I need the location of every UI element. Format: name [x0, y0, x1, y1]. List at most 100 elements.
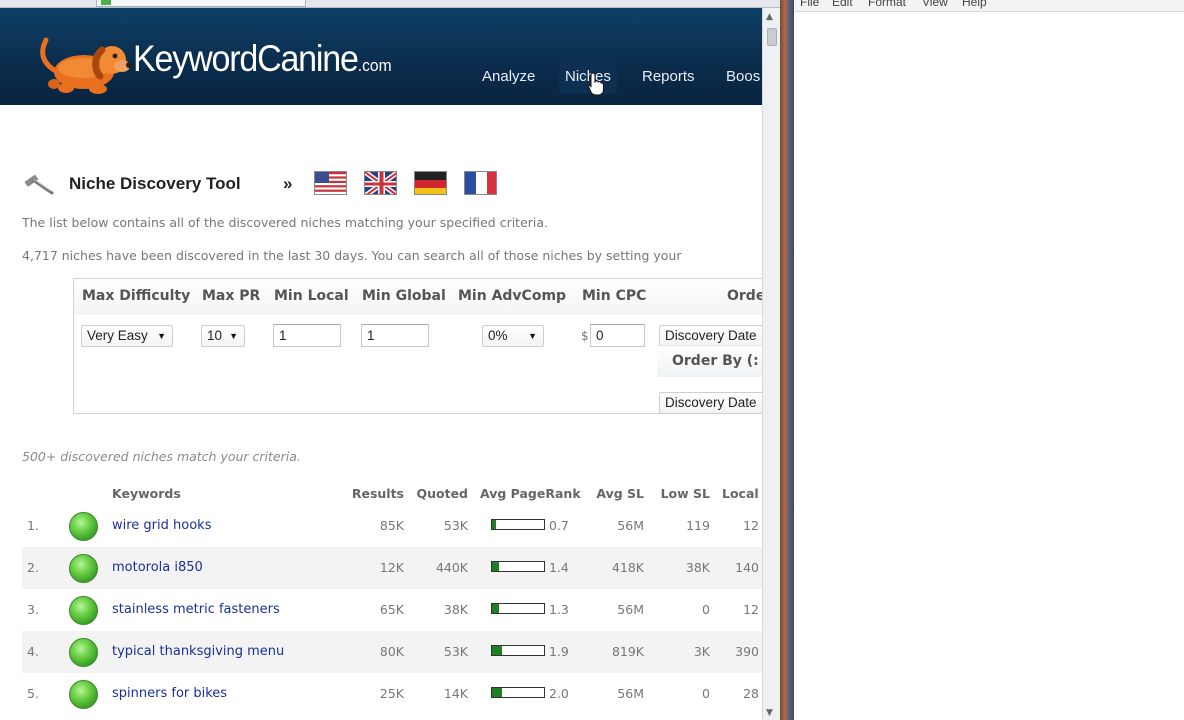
filter-label-min-advcomp: Min AdvComp — [458, 288, 567, 304]
nav-analyze[interactable]: Analyze — [476, 60, 541, 94]
min-advcomp-select[interactable]: 0% ▼ — [482, 325, 544, 347]
cell-avg-pagerank: 1.3 — [549, 602, 569, 617]
page-title: Niche Discovery Tool — [69, 174, 241, 193]
col-header-keywords[interactable]: Keywords — [112, 486, 181, 501]
keyword-link[interactable]: typical thanksgiving menu — [112, 644, 284, 659]
pagerank-bar-fill — [492, 646, 502, 655]
notepad-text-area[interactable] — [794, 12, 1184, 720]
status-green-icon — [69, 554, 98, 583]
pagerank-bar — [491, 519, 545, 530]
cell-quoted: 53K — [443, 644, 468, 659]
row-number: 5. — [27, 686, 39, 701]
cell-avg-sl: 418K — [611, 560, 644, 575]
filter-label-max-pr: Max PR — [202, 288, 261, 304]
filter-header: Max Difficulty Max PR Min Local Min Glob… — [74, 279, 762, 315]
min-cpc-input[interactable]: 0 — [590, 324, 645, 347]
menu-view[interactable]: View — [922, 0, 948, 9]
brand-suffix: .com — [357, 56, 392, 75]
page-content: Niche Discovery Tool » The list below co… — [0, 105, 762, 720]
cell-avg-pagerank: 1.4 — [549, 560, 569, 575]
filter-label-min-local: Min Local — [274, 288, 349, 304]
pagerank-bar-fill — [492, 562, 500, 571]
scroll-up-icon[interactable]: ▲ — [766, 12, 773, 22]
scroll-down-icon[interactable]: ▼ — [766, 708, 773, 718]
france-flag-icon[interactable] — [464, 171, 497, 195]
match-count-note: 500+ discovered niches match your criter… — [22, 449, 301, 464]
menu-help[interactable]: Help — [962, 0, 987, 9]
notepad-window: File Edit Format View Help — [794, 0, 1184, 720]
row-number: 2. — [27, 560, 39, 575]
cell-local: 390 — [735, 644, 759, 659]
pagerank-bar-fill — [492, 520, 497, 529]
cell-quoted: 38K — [443, 602, 468, 617]
germany-flag-icon[interactable] — [414, 171, 447, 195]
keyword-link[interactable]: wire grid hooks — [112, 518, 211, 533]
filter-label-order: Orde — [727, 288, 762, 304]
scrollbar-thumb[interactable] — [767, 28, 777, 46]
cell-avg-sl: 56M — [617, 518, 644, 533]
favicon-icon — [101, 0, 111, 5]
filter-label-min-global: Min Global — [362, 288, 446, 304]
cell-local: 28 — [743, 686, 759, 701]
uk-flag-icon[interactable] — [364, 171, 397, 195]
order-select-1[interactable]: Discovery Date — [659, 325, 762, 347]
filter-panel: Max Difficulty Max PR Min Local Min Glob… — [73, 278, 762, 414]
max-pr-value: 10 — [207, 328, 223, 343]
cell-low-sl: 3K — [693, 644, 710, 659]
keyword-link[interactable]: stainless metric fasteners — [112, 602, 280, 617]
max-pr-select[interactable]: 10 ▼ — [201, 325, 245, 347]
cell-local: 12 — [743, 602, 759, 617]
nav-reports[interactable]: Reports — [636, 60, 701, 94]
brand-logo-text[interactable]: KeywordCanine.com — [133, 38, 392, 80]
browser-tab-strip — [0, 0, 780, 8]
col-header-results[interactable]: Results — [346, 486, 404, 501]
min-global-input[interactable]: 1 — [361, 324, 429, 347]
cell-quoted: 53K — [443, 518, 468, 533]
keyword-link[interactable]: motorola i850 — [112, 560, 203, 575]
min-local-input[interactable]: 1 — [273, 324, 341, 347]
table-row: 1. wire grid hooks 85K 53K 0.7 56M 119 1… — [22, 505, 762, 547]
intro-line-1: The list below contains all of the disco… — [22, 215, 549, 230]
filter-label-max-difficulty: Max Difficulty — [82, 288, 191, 304]
col-header-avg-sl[interactable]: Avg SL — [580, 486, 644, 501]
row-number: 4. — [27, 644, 39, 659]
cell-avg-sl: 56M — [617, 602, 644, 617]
cell-low-sl: 38K — [685, 560, 710, 575]
menu-edit[interactable]: Edit — [832, 0, 853, 9]
tool-title-row: Niche Discovery Tool » — [22, 167, 762, 197]
filter-label-min-cpc: Min CPC — [582, 288, 647, 304]
pagerank-bar-fill — [492, 688, 503, 697]
col-header-local[interactable]: Local — [722, 486, 759, 501]
cell-low-sl: 119 — [686, 518, 710, 533]
browser-window: KeywordCanine.com Analyze Niches Reports… — [0, 0, 780, 720]
currency-symbol: $ — [581, 329, 589, 343]
hammer-icon — [24, 174, 54, 195]
status-green-icon — [69, 680, 98, 709]
cell-avg-sl: 819K — [611, 644, 644, 659]
max-difficulty-value: Very Easy — [87, 328, 148, 343]
col-header-avg-pagerank[interactable]: Avg PageRank — [480, 486, 581, 501]
menu-file[interactable]: File — [800, 0, 819, 9]
browser-tab[interactable] — [96, 0, 306, 7]
col-header-low-sl[interactable]: Low SL — [648, 486, 710, 501]
max-difficulty-select[interactable]: Very Easy ▼ — [81, 325, 173, 347]
pagerank-bar — [491, 687, 545, 698]
cell-low-sl: 0 — [702, 602, 710, 617]
order-by-label: Order By (: — [657, 345, 762, 377]
vertical-scrollbar[interactable]: ▲ ▼ — [762, 8, 780, 720]
cell-local: 140 — [735, 560, 759, 575]
cell-avg-pagerank: 2.0 — [549, 686, 569, 701]
cell-quoted: 14K — [443, 686, 468, 701]
cell-results: 85K — [379, 518, 404, 533]
dog-logo-icon[interactable] — [36, 26, 132, 98]
col-header-quoted[interactable]: Quoted — [410, 486, 468, 501]
us-flag-icon[interactable] — [314, 171, 347, 195]
keyword-link[interactable]: spinners for bikes — [112, 686, 227, 701]
cell-quoted: 440K — [435, 560, 468, 575]
nav-boost[interactable]: Boos — [720, 60, 766, 94]
dropdown-arrow-icon: ▼ — [157, 331, 166, 341]
mouse-cursor-icon — [588, 72, 604, 96]
pagerank-bar — [491, 645, 545, 656]
menu-format[interactable]: Format — [868, 0, 906, 9]
order-select-2[interactable]: Discovery Date — [659, 392, 762, 414]
